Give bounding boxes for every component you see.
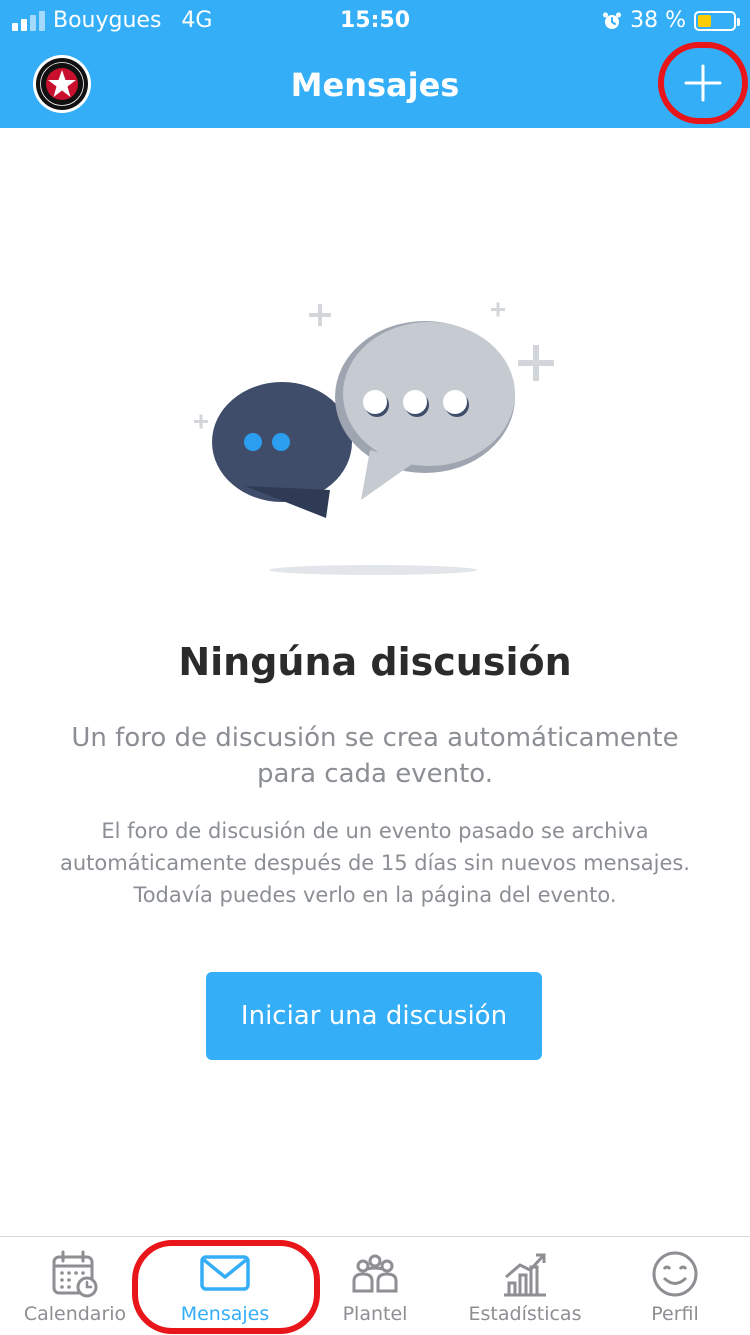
- team-icon: [352, 1254, 398, 1293]
- chat-bubbles-illustration: [194, 302, 554, 575]
- empty-state-note: El foro de discusión de un evento pasado…: [60, 819, 690, 907]
- battery-icon: [694, 11, 740, 31]
- status-right: 38 %: [602, 0, 740, 42]
- page-title: Mensajes: [290, 66, 460, 104]
- tab-label: Plantel: [342, 1303, 408, 1325]
- plus-icon: [684, 64, 722, 102]
- alarm-icon: [603, 12, 622, 29]
- tab-perfil[interactable]: Perfil: [600, 1237, 750, 1335]
- battery-fill: [698, 15, 711, 27]
- app-header: Bouygues 4G 15:50 38 % Mensajes: [0, 0, 750, 128]
- calendar-icon: [52, 1250, 98, 1298]
- smiley-icon: [652, 1251, 698, 1297]
- empty-state-title: Ningúna discusión: [178, 640, 572, 684]
- tab-bar: Calendario Mensajes Plantel Estadísticas: [0, 1236, 750, 1335]
- tab-label: Estadísticas: [468, 1303, 582, 1325]
- tab-mensajes[interactable]: Mensajes: [150, 1237, 300, 1335]
- dark-chat-bubble: [212, 382, 352, 518]
- status-bar: Bouygues 4G 15:50 38 %: [0, 0, 750, 42]
- tab-label: Perfil: [651, 1303, 699, 1325]
- tab-plantel[interactable]: Plantel: [300, 1237, 450, 1335]
- tab-label: Calendario: [23, 1303, 127, 1325]
- nav-bar: Mensajes: [0, 42, 750, 128]
- stats-icon: [504, 1253, 546, 1297]
- mail-icon: [200, 1255, 250, 1291]
- start-discussion-button[interactable]: Iniciar una discusión: [206, 972, 542, 1060]
- empty-state-description: Un foro de discusión se crea automáticam…: [71, 723, 679, 789]
- add-discussion-button[interactable]: [658, 42, 748, 124]
- tab-label: Mensajes: [180, 1303, 270, 1325]
- tab-estadisticas[interactable]: Estadísticas: [450, 1237, 600, 1335]
- tab-calendario[interactable]: Calendario: [0, 1237, 150, 1335]
- battery-percent: 38 %: [630, 8, 686, 33]
- light-chat-bubble: [335, 321, 515, 500]
